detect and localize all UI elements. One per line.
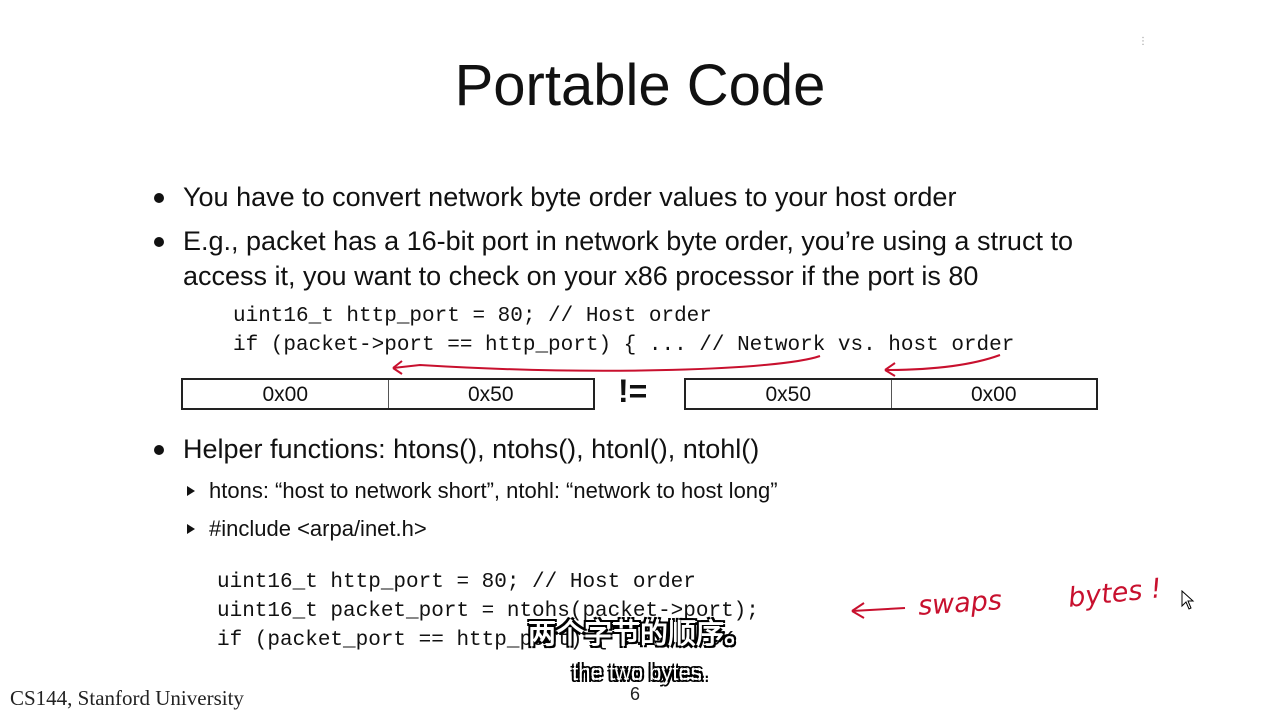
byte-box-network: 0x00 0x50 [181,378,595,410]
byte-box-host: 0x50 0x00 [684,378,1098,410]
sub-bullet-include: #include <arpa/inet.h> [187,516,427,541]
mouse-cursor-icon [1181,590,1195,610]
subtitle-chinese: 两个字节的顺序。 [527,618,752,649]
slide: ⋮ Portable Code You have to convert netw… [0,0,1280,720]
arrow-swaps-icon [851,607,906,612]
sub-bullet-htons: htons: “host to network short”, ntohl: “… [187,478,778,503]
arrow-to-port-icon [392,355,821,372]
byte-cell: 0x00 [970,383,1017,406]
bullet-helpers: Helper functions: htons(), ntohs(), hton… [153,432,759,467]
page-number: 6 [630,684,641,704]
code-line-2a: uint16_t http_port = 80; // Host order [217,571,696,594]
byte-cell: 0x50 [467,383,514,406]
subtitle-english: the two bytes. [572,660,708,685]
byte-cell: 0x00 [183,380,389,408]
byte-cell: 0x50 [686,380,892,408]
footer-course: CS144, Stanford University [10,686,244,710]
not-equal-sign: != [618,373,648,409]
arrow-to-network-icon [884,354,1001,371]
